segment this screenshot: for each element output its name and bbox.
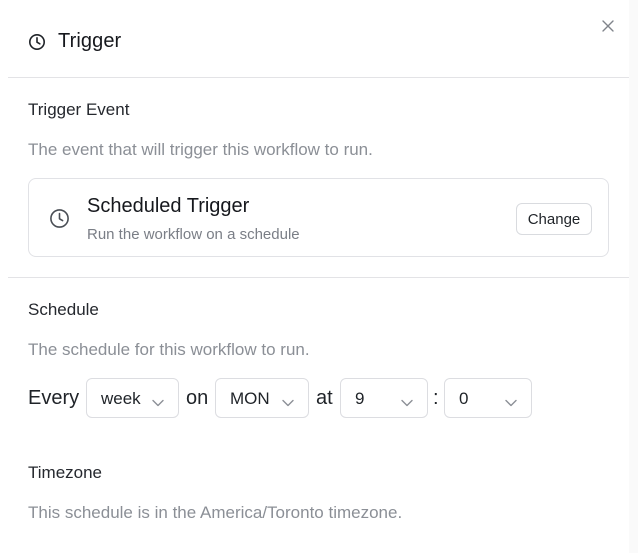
- minute-select[interactable]: 0: [444, 378, 532, 418]
- scheduled-trigger-card: Scheduled Trigger Run the workflow on a …: [28, 178, 609, 257]
- section-divider: [8, 277, 629, 278]
- day-value: MON: [230, 389, 270, 408]
- on-label: on: [186, 387, 209, 409]
- trigger-subtitle: Run the workflow on a schedule: [87, 226, 300, 243]
- panel-header: Trigger: [8, 0, 629, 78]
- hour-value: 9: [355, 389, 365, 408]
- chevron-down-icon: [401, 394, 413, 407]
- timezone-description: This schedule is in the America/Toronto …: [28, 503, 403, 522]
- frequency-value: week: [101, 389, 141, 408]
- schedule-title: Schedule: [28, 300, 99, 319]
- scrollbar-track[interactable]: [629, 0, 638, 553]
- every-label: Every: [28, 387, 80, 409]
- timezone-title: Timezone: [28, 463, 103, 482]
- at-label: at: [316, 387, 333, 409]
- chevron-down-icon: [152, 394, 164, 407]
- chevron-down-icon: [282, 394, 294, 407]
- close-icon: [601, 19, 615, 38]
- clock-icon: [49, 208, 70, 229]
- panel-title: Trigger: [58, 30, 122, 52]
- change-trigger-button[interactable]: Change: [516, 203, 592, 235]
- trigger-name: Scheduled Trigger: [87, 195, 250, 217]
- frequency-select[interactable]: week: [86, 378, 179, 418]
- trigger-event-title: Trigger Event: [28, 100, 130, 119]
- day-select[interactable]: MON: [215, 378, 309, 418]
- chevron-down-icon: [505, 394, 517, 407]
- close-button[interactable]: [598, 18, 618, 38]
- trigger-panel: Trigger Trigger Event The event that wil…: [0, 0, 638, 553]
- time-separator: :: [433, 387, 439, 409]
- clock-icon: [28, 33, 46, 51]
- minute-value: 0: [459, 389, 469, 408]
- schedule-description: The schedule for this workflow to run.: [28, 340, 310, 359]
- trigger-event-description: The event that will trigger this workflo…: [28, 140, 373, 159]
- hour-select[interactable]: 9: [340, 378, 428, 418]
